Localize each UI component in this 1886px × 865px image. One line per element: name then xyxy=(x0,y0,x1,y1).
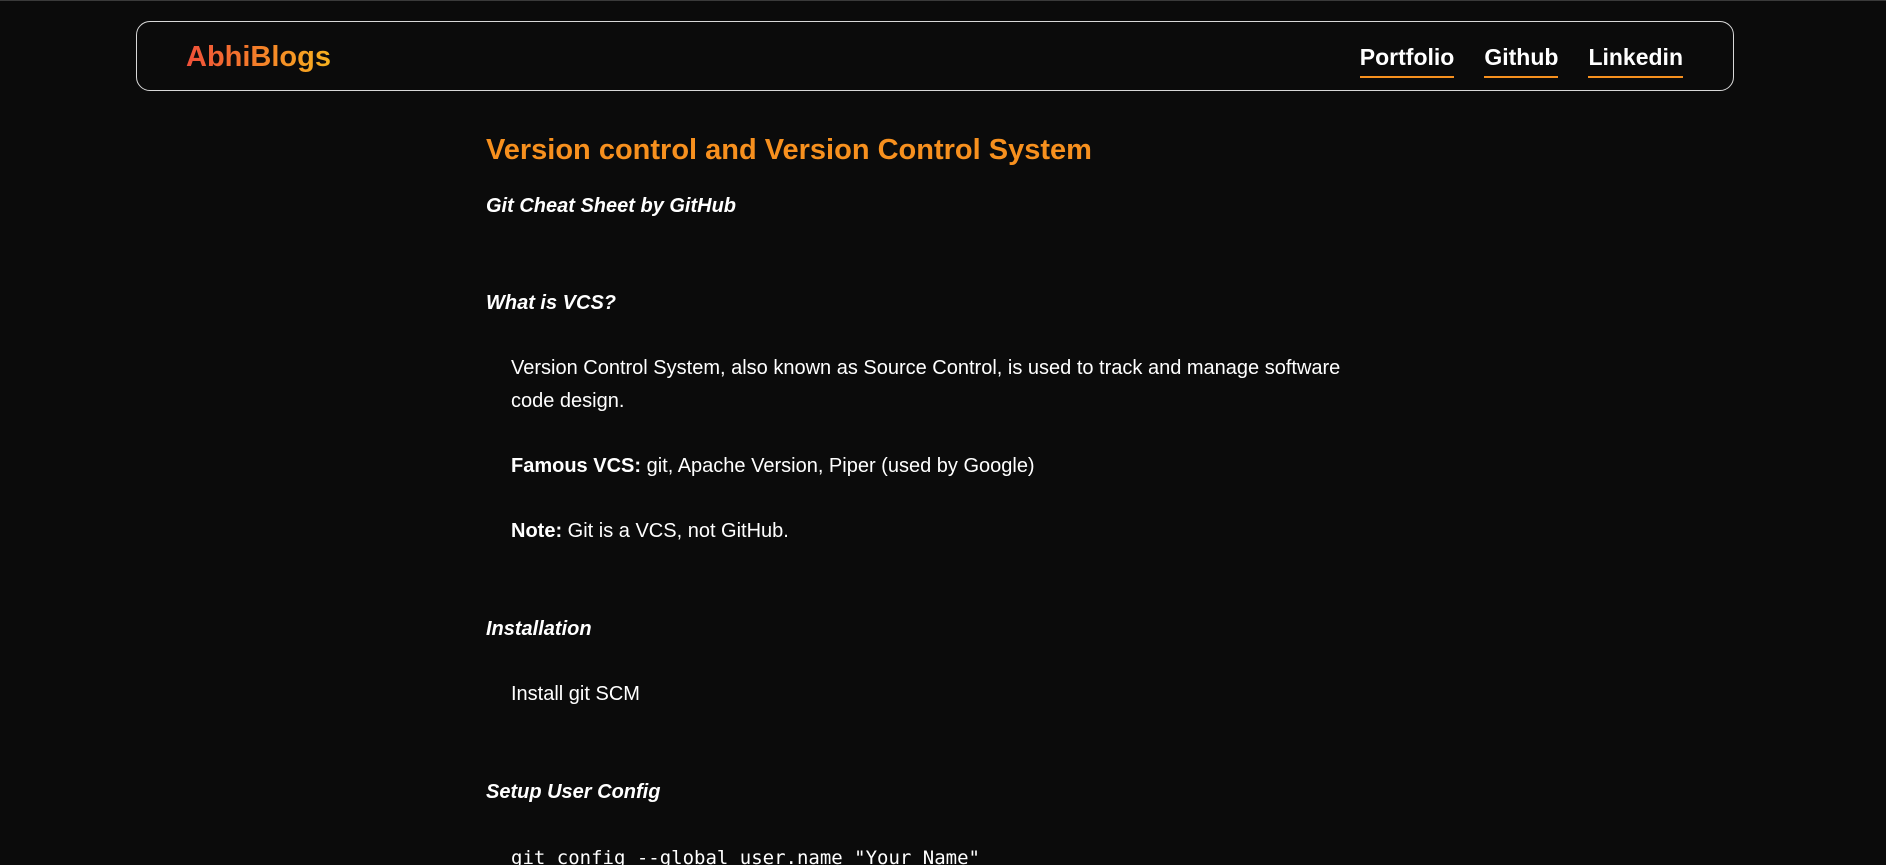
article-title: Version control and Version Control Syst… xyxy=(486,134,1092,166)
installation-text: Install git SCM xyxy=(511,683,640,705)
note: Note: Git is a VCS, not GitHub. xyxy=(511,515,1361,548)
nav-link-github[interactable]: Github xyxy=(1484,44,1559,78)
note-label: Note: xyxy=(511,520,563,542)
nav-links: Portfolio Github Linkedin xyxy=(1359,44,1683,78)
famous-vcs-text: git, Apache Version, Piper (used by Goog… xyxy=(641,455,1035,477)
section-heading-user-config: Setup User Config xyxy=(486,781,661,803)
code-user-name: git config --global user.name "Your Name… xyxy=(511,847,980,865)
navbar: AbhiBlogs Portfolio Github Linkedin xyxy=(136,21,1734,91)
vcs-description: Version Control System, also known as So… xyxy=(511,357,1341,412)
article-subtitle: Git Cheat Sheet by GitHub xyxy=(486,195,737,217)
section-heading-vcs: What is VCS? xyxy=(486,292,617,314)
site-logo[interactable]: AbhiBlogs xyxy=(186,40,331,74)
section-heading-installation: Installation xyxy=(486,618,592,640)
note-text: Git is a VCS, not GitHub. xyxy=(562,520,789,542)
famous-vcs: Famous VCS: git, Apache Version, Piper (… xyxy=(511,450,1361,483)
top-divider xyxy=(0,0,1886,1)
famous-vcs-label: Famous VCS: xyxy=(511,455,642,477)
nav-link-portfolio[interactable]: Portfolio xyxy=(1359,44,1455,78)
nav-link-linkedin[interactable]: Linkedin xyxy=(1588,44,1683,78)
